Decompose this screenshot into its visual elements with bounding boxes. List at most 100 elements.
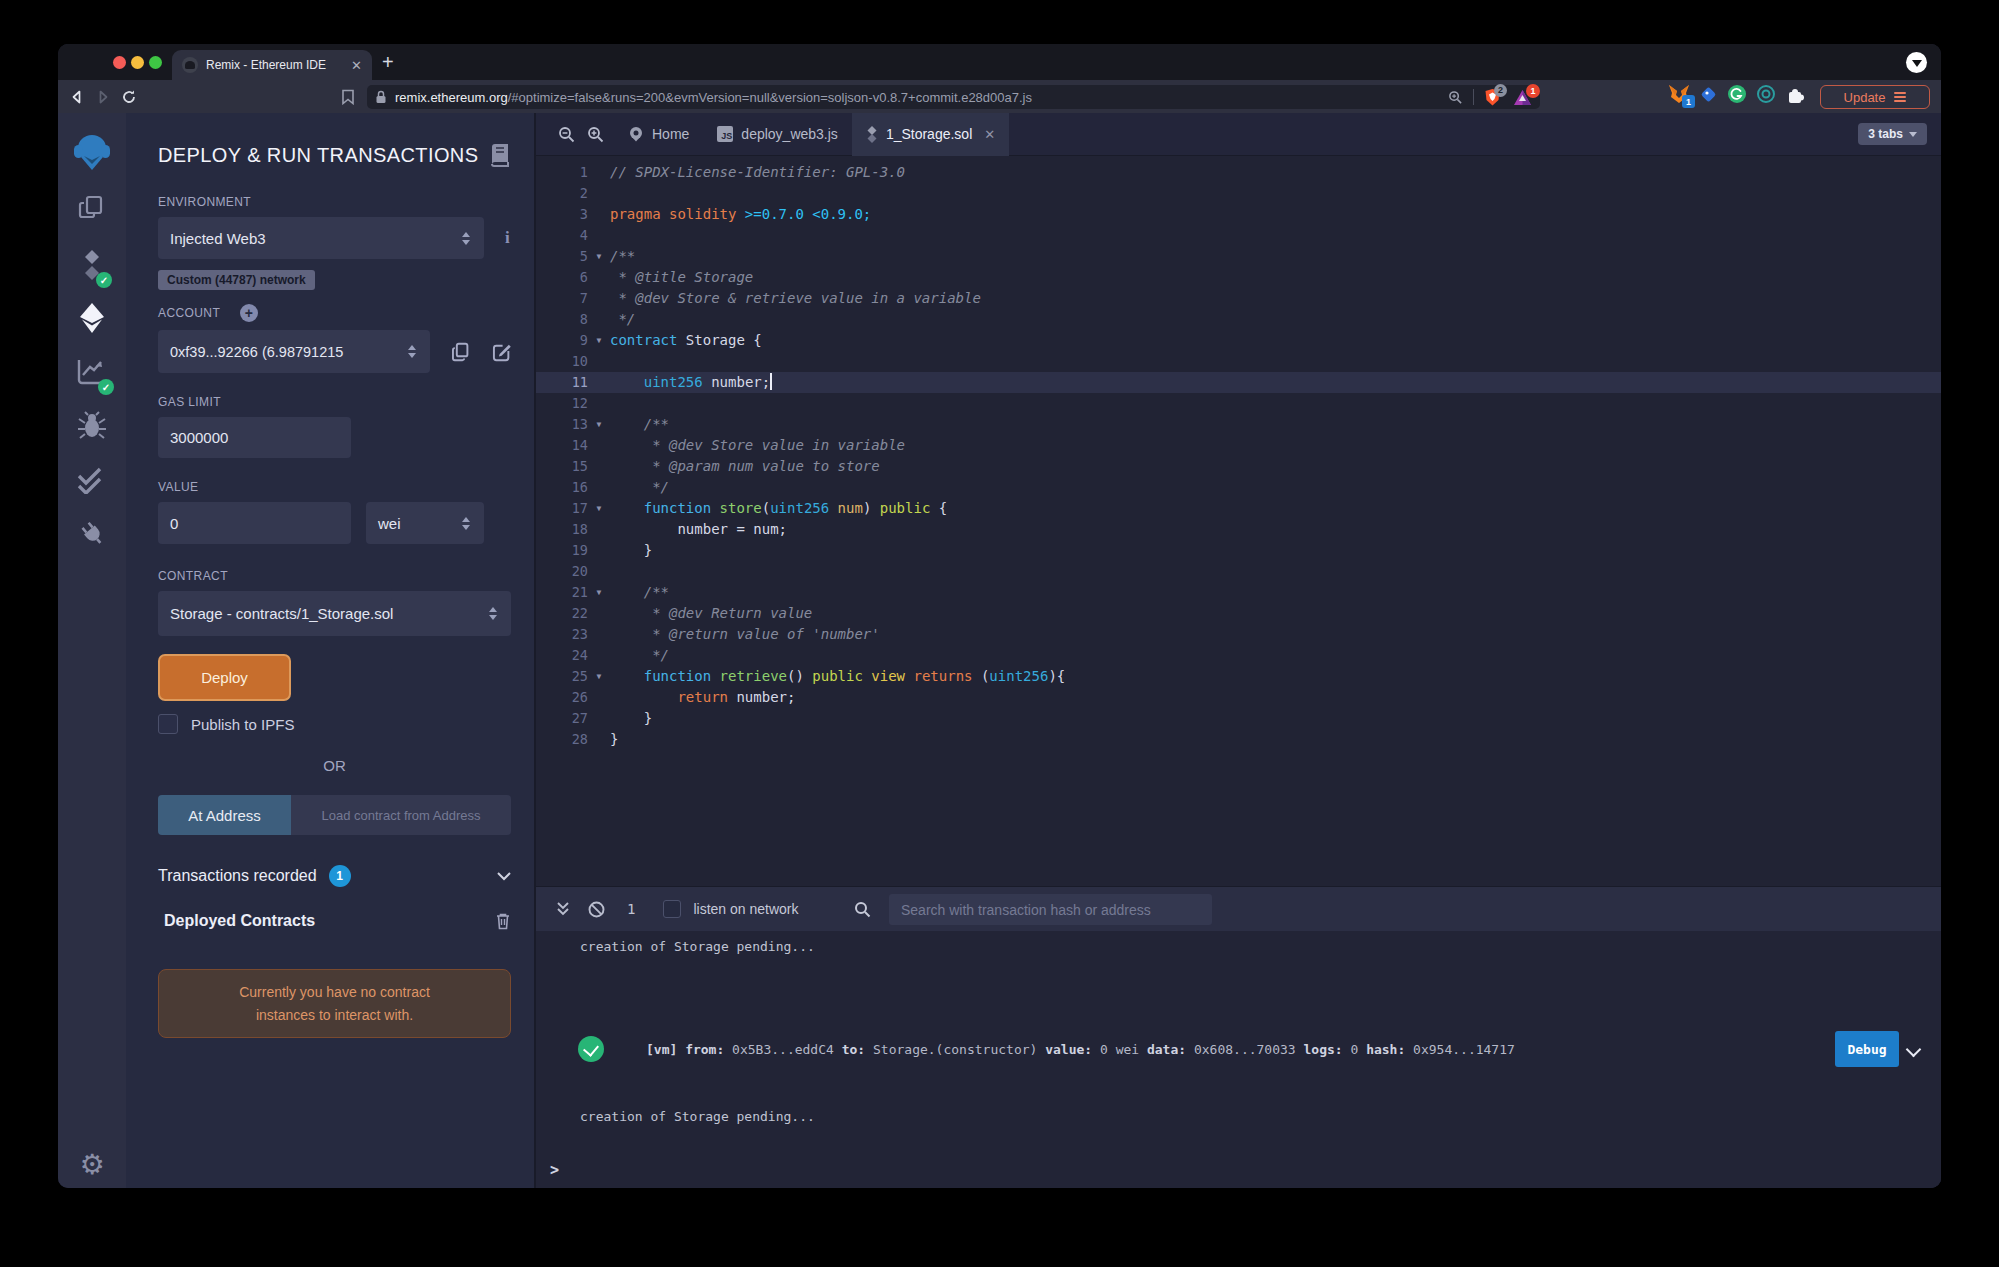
code-editor[interactable]: 1// SPDX-License-Identifier: GPL-3.023pr… — [536, 156, 1941, 886]
code-line-7[interactable]: 7 * @dev Store & retrieve value in a var… — [536, 288, 1941, 309]
code-line-18[interactable]: 18 number = num; — [536, 519, 1941, 540]
adblock-button[interactable]: 1 — [1513, 89, 1532, 106]
gas-input[interactable]: 3000000 — [158, 417, 351, 458]
plugin-manager-icon[interactable] — [58, 517, 126, 549]
documentation-book-icon[interactable] — [489, 143, 511, 167]
code-line-23[interactable]: 23 * @return value of 'number' — [536, 624, 1941, 645]
forward-button[interactable] — [90, 84, 116, 110]
terminal-search-input[interactable]: Search with transaction hash or address — [889, 894, 1212, 925]
trash-icon[interactable] — [495, 912, 511, 930]
traffic-minimize-button[interactable] — [131, 56, 144, 69]
brave-shield-button[interactable]: 2 — [1484, 88, 1501, 107]
code-line-14[interactable]: 14 * @dev Store value in variable — [536, 435, 1941, 456]
solidity-compiler-icon[interactable]: ✓ — [58, 248, 126, 282]
zoom-page-icon[interactable] — [1448, 90, 1463, 105]
back-button[interactable] — [64, 84, 90, 110]
code-line-16[interactable]: 16 */ — [536, 477, 1941, 498]
code-line-10[interactable]: 10 — [536, 351, 1941, 372]
deploy-run-icon[interactable] — [58, 302, 126, 334]
value-input[interactable]: 0 — [158, 502, 351, 544]
browser-tabstrip: Remix - Ethereum IDE ✕ + — [58, 44, 1941, 80]
code-line-22[interactable]: 22 * @dev Return value — [536, 603, 1941, 624]
transactions-recorded-row[interactable]: Transactions recorded 1 — [158, 865, 511, 887]
tag-extension-button[interactable] — [1699, 85, 1718, 104]
debug-button[interactable]: Debug — [1835, 1031, 1899, 1067]
expand-tx-icon[interactable] — [1907, 1042, 1921, 1056]
code-line-25[interactable]: 25▼ function retrieve() public view retu… — [536, 666, 1941, 687]
code-line-12[interactable]: 12 — [536, 393, 1941, 414]
clear-console-icon[interactable] — [588, 901, 605, 918]
code-line-27[interactable]: 27 } — [536, 708, 1941, 729]
debugger-icon[interactable] — [58, 411, 126, 441]
metamask-button[interactable]: 1 — [1668, 84, 1690, 104]
terminal-search-icon — [854, 901, 871, 918]
code-line-8[interactable]: 8 */ — [536, 309, 1941, 330]
tabs-count-dropdown[interactable]: 3 tabs — [1858, 123, 1927, 145]
code-line-4[interactable]: 4 — [536, 225, 1941, 246]
code-line-20[interactable]: 20 — [536, 561, 1941, 582]
zoom-out-icon[interactable] — [558, 126, 575, 143]
code-line-21[interactable]: 21▼ /** — [536, 582, 1941, 603]
at-address-input[interactable]: Load contract from Address — [291, 795, 511, 835]
listen-network-checkbox[interactable] — [663, 900, 681, 918]
code-line-17[interactable]: 17▼ function store(uint256 num) public { — [536, 498, 1941, 519]
code-line-1[interactable]: 1// SPDX-License-Identifier: GPL-3.0 — [536, 162, 1941, 183]
zoom-in-icon[interactable] — [587, 126, 604, 143]
transaction-row[interactable]: [vm] from: 0x5B3...eddC4 to: Storage.(co… — [536, 1027, 1941, 1071]
code-line-24[interactable]: 24 */ — [536, 645, 1941, 666]
code-line-2[interactable]: 2 — [536, 183, 1941, 204]
code-line-15[interactable]: 15 * @param num value to store — [536, 456, 1941, 477]
tab-search-button[interactable] — [1906, 52, 1927, 73]
traffic-close-button[interactable] — [113, 56, 126, 69]
contract-select[interactable]: Storage - contracts/1_Storage.sol — [158, 591, 511, 636]
deploy-button[interactable]: Deploy — [158, 654, 291, 701]
code-line-6[interactable]: 6 * @title Storage — [536, 267, 1941, 288]
code-line-19[interactable]: 19 } — [536, 540, 1941, 561]
code-line-3[interactable]: 3pragma solidity >=0.7.0 <0.9.0; — [536, 204, 1941, 225]
code-line-13[interactable]: 13▼ /** — [536, 414, 1941, 435]
edit-account-icon[interactable] — [492, 342, 511, 362]
bookmark-sidebar-button[interactable] — [335, 84, 361, 110]
update-button[interactable]: Update — [1820, 85, 1930, 109]
unit-testing-icon[interactable] — [58, 466, 126, 494]
code-line-5[interactable]: 5▼/** — [536, 246, 1941, 267]
value-unit-select[interactable]: wei — [366, 502, 484, 544]
code-line-28[interactable]: 28} — [536, 729, 1941, 750]
remix-logo[interactable] — [58, 131, 126, 173]
account-select[interactable]: 0xf39...92266 (6.98791215 — [158, 330, 430, 373]
publish-ipfs-checkbox[interactable] — [158, 714, 178, 734]
tab-deploy-web3[interactable]: JS deploy_web3.js — [703, 113, 852, 156]
chevron-down-icon[interactable] — [497, 872, 511, 881]
traffic-maximize-button[interactable] — [149, 56, 162, 69]
tab-storage-sol[interactable]: 1_Storage.sol ✕ — [852, 113, 1009, 156]
tab-home[interactable]: Home — [614, 113, 703, 156]
reload-button[interactable] — [116, 84, 142, 110]
close-tab-icon[interactable]: ✕ — [984, 127, 995, 142]
terminal-prompt[interactable]: > — [550, 1161, 559, 1179]
analysis-icon[interactable]: ✓ — [58, 357, 126, 387]
reload-icon — [121, 89, 137, 105]
tab-deploy-web3-label: deploy_web3.js — [741, 126, 838, 142]
remix-favicon — [182, 57, 198, 73]
copy-account-icon[interactable] — [452, 342, 469, 362]
compiler-success-badge: ✓ — [96, 272, 112, 288]
environment-info-icon[interactable]: i — [505, 228, 510, 248]
tabs-count-label: 3 tabs — [1868, 127, 1903, 141]
browser-tab[interactable]: Remix - Ethereum IDE ✕ — [172, 50, 372, 80]
expand-terminal-icon[interactable] — [556, 901, 570, 917]
settings-gear-icon[interactable]: ⚙ — [58, 1148, 126, 1181]
menu-icon[interactable] — [1894, 90, 1906, 104]
new-tab-button[interactable]: + — [382, 51, 394, 74]
code-line-9[interactable]: 9▼contract Storage { — [536, 330, 1941, 351]
code-line-26[interactable]: 26 return number; — [536, 687, 1941, 708]
close-tab-icon[interactable]: ✕ — [351, 58, 362, 73]
at-address-button[interactable]: At Address — [158, 795, 291, 835]
url-bar[interactable]: remix.ethereum.org/#optimize=false&runs=… — [367, 85, 1540, 109]
environment-select[interactable]: Injected Web3 — [158, 217, 484, 259]
teal-extension-button[interactable] — [1756, 84, 1776, 104]
extensions-puzzle-button[interactable] — [1785, 84, 1805, 104]
code-line-11[interactable]: 11 uint256 number; — [536, 372, 1941, 393]
file-explorer-icon[interactable] — [58, 193, 126, 223]
grammarly-button[interactable] — [1727, 84, 1747, 104]
add-account-icon[interactable]: + — [240, 304, 258, 322]
